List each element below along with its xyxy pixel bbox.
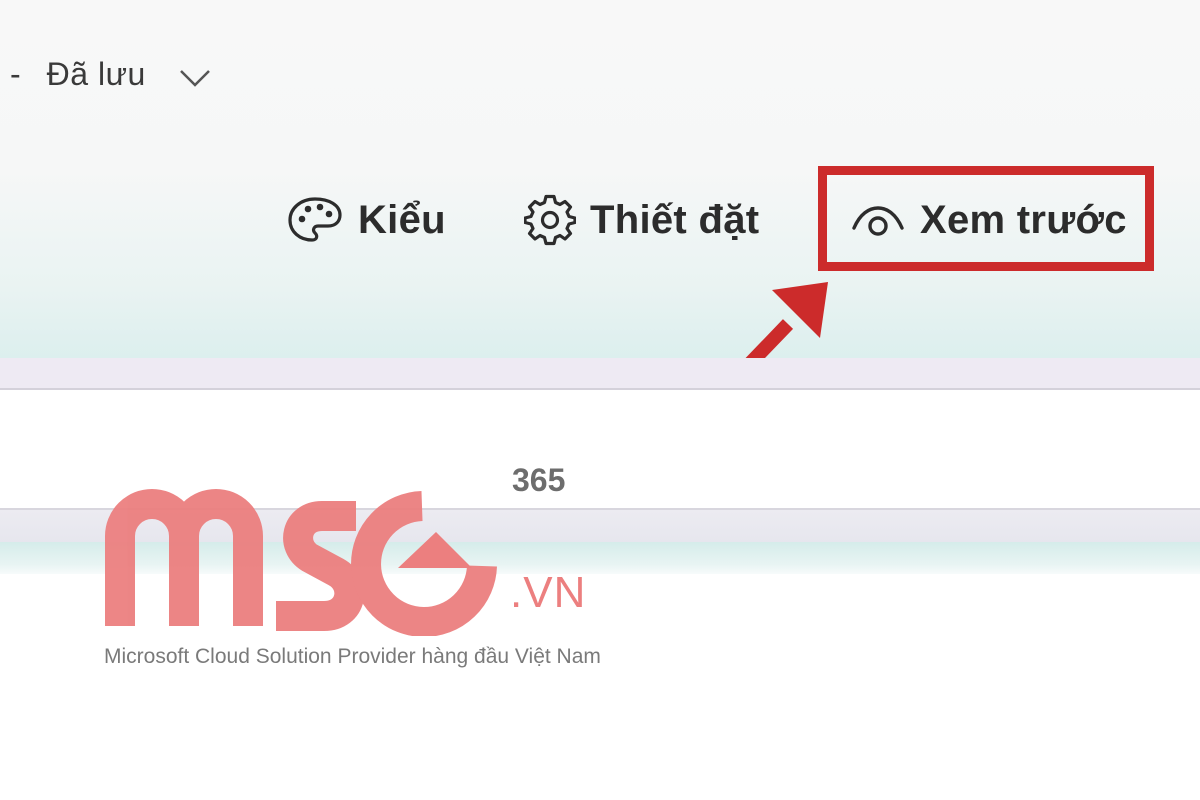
settings-button[interactable]: Thiết đặt — [524, 192, 759, 248]
style-label: Kiểu — [358, 197, 446, 242]
watermark-domain: .VN — [510, 568, 587, 617]
watermark-superscript: 365 — [512, 462, 566, 498]
style-button[interactable]: Kiểu — [286, 192, 446, 248]
watermark-logo — [105, 489, 497, 636]
save-status: Đã lưu — [46, 55, 146, 92]
palette-icon — [288, 197, 342, 242]
section-divider — [0, 358, 1200, 390]
watermark-tagline: Microsoft Cloud Solution Provider hàng đ… — [104, 645, 601, 668]
breadcrumb: - Đã lưu — [10, 52, 212, 96]
highlight-box — [818, 166, 1154, 271]
chevron-down-icon[interactable] — [178, 67, 212, 89]
settings-label: Thiết đặt — [590, 197, 760, 242]
breadcrumb-separator: - — [10, 55, 21, 92]
gear-icon — [524, 194, 576, 246]
